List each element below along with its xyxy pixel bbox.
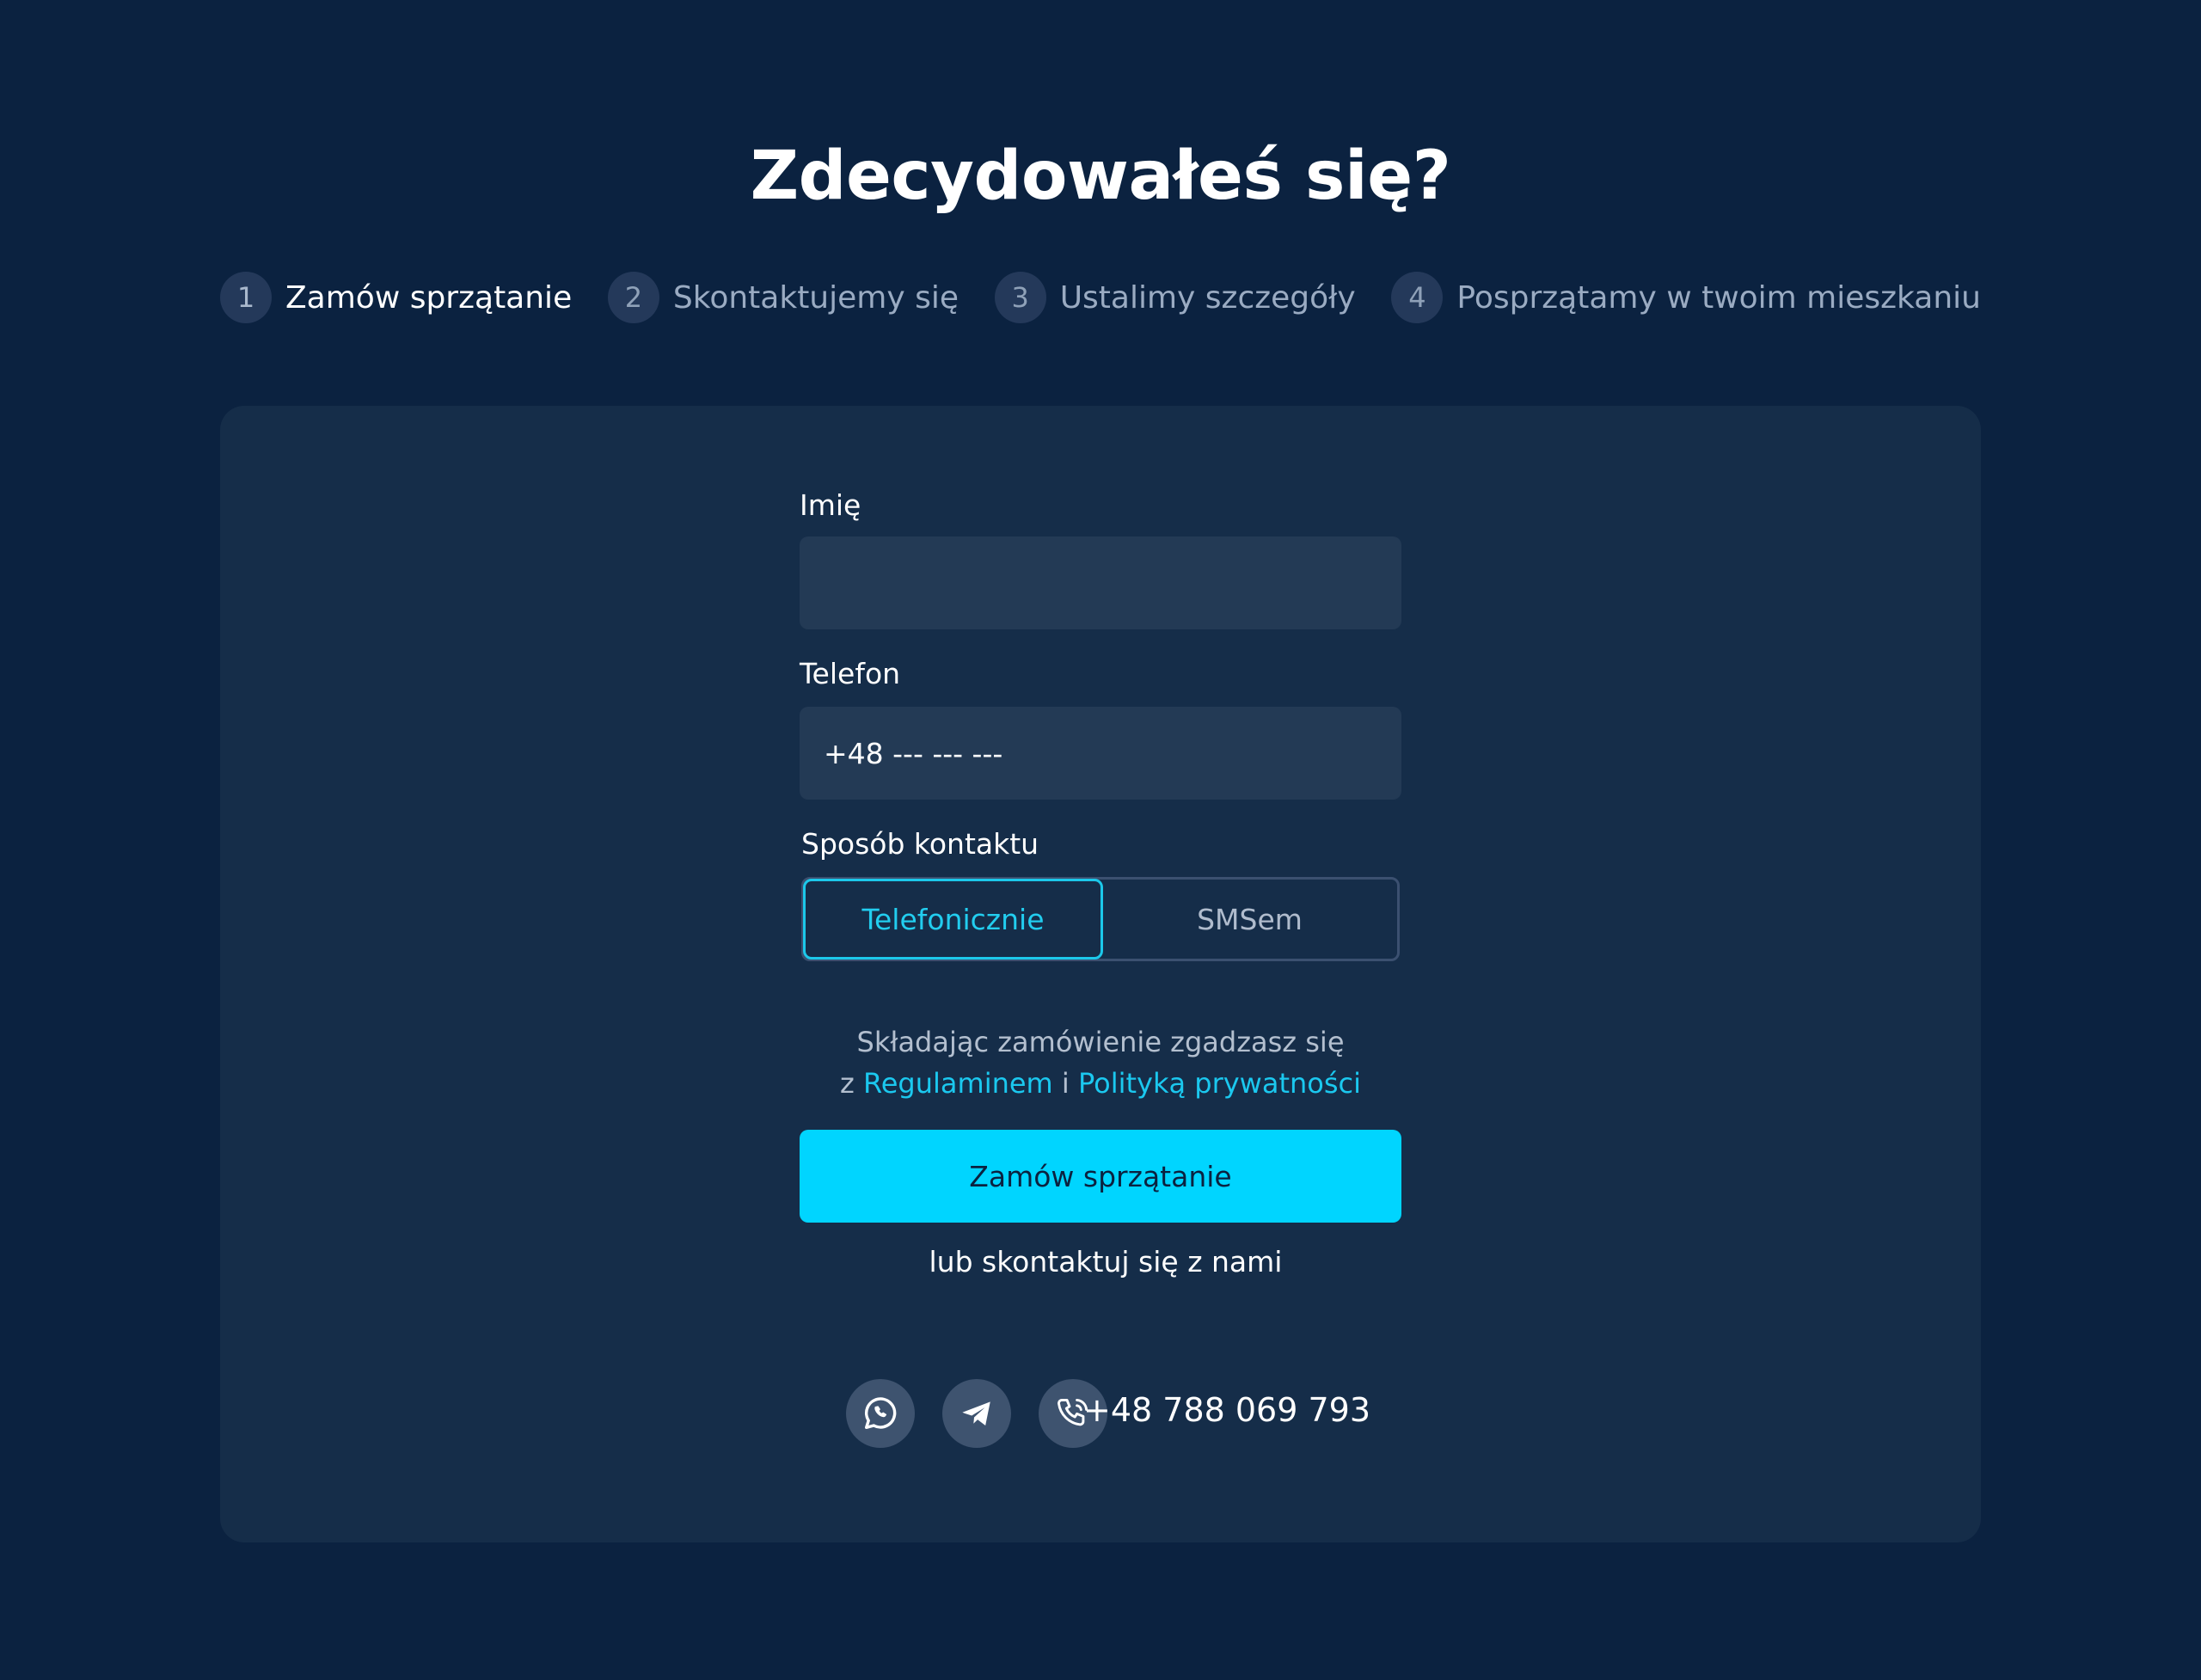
telegram-icon[interactable] xyxy=(942,1379,1011,1448)
phone-label: Telefon xyxy=(800,657,901,690)
terms-and: i xyxy=(1061,1067,1070,1100)
step-1: 1 Zamów sprzątanie xyxy=(220,272,572,323)
order-card: Imię Telefon Sposób kontaktu Telefoniczn… xyxy=(220,406,1981,1542)
steps-bar: 1 Zamów sprzątanie 2 Skontaktujemy się 3… xyxy=(220,272,1981,323)
terms-prefix: z xyxy=(839,1067,855,1100)
terms-link[interactable]: Regulaminem xyxy=(863,1067,1053,1100)
phone-input[interactable] xyxy=(800,707,1401,800)
terms-text: Składając zamówienie zgadzasz się z Regu… xyxy=(748,1021,1453,1104)
step-label: Zamów sprzątanie xyxy=(285,279,573,316)
step-label: Skontaktujemy się xyxy=(672,279,959,316)
terms-line-2: z Regulaminem i Polityką prywatności xyxy=(748,1063,1453,1104)
name-input[interactable] xyxy=(800,536,1401,629)
step-number: 3 xyxy=(994,272,1046,323)
contact-option-sms[interactable]: SMSem xyxy=(1102,880,1397,959)
page-title: Zdecydowałeś się? xyxy=(750,138,1451,215)
terms-line-1: Składając zamówienie zgadzasz się xyxy=(856,1026,1345,1058)
submit-order-button[interactable]: Zamów sprzątanie xyxy=(800,1130,1401,1223)
step-label: Posprzątamy w twoim mieszkaniu xyxy=(1456,279,1981,316)
contact-method-toggle: Telefonicznie SMSem xyxy=(801,877,1400,961)
contact-row: +48 788 069 793 xyxy=(800,1379,1453,1451)
step-3: 3 Ustalimy szczegóły xyxy=(994,272,1356,323)
step-number: 2 xyxy=(607,272,659,323)
name-label: Imię xyxy=(800,488,861,522)
contact-heading: lub skontaktuj się z nami xyxy=(929,1245,1283,1278)
step-label: Ustalimy szczegóły xyxy=(1059,279,1356,316)
step-number: 1 xyxy=(220,272,272,323)
step-number: 4 xyxy=(1391,272,1444,323)
step-4: 4 Posprzątamy w twoim mieszkaniu xyxy=(1391,272,1981,323)
contact-option-phone[interactable]: Telefonicznie xyxy=(803,879,1103,960)
privacy-policy-link[interactable]: Polityką prywatności xyxy=(1078,1067,1361,1100)
whatsapp-icon[interactable] xyxy=(846,1379,915,1448)
contact-phone-number[interactable]: +48 788 069 793 xyxy=(1083,1391,1370,1429)
step-2: 2 Skontaktujemy się xyxy=(607,272,959,323)
contact-method-label: Sposób kontaktu xyxy=(801,827,1039,861)
